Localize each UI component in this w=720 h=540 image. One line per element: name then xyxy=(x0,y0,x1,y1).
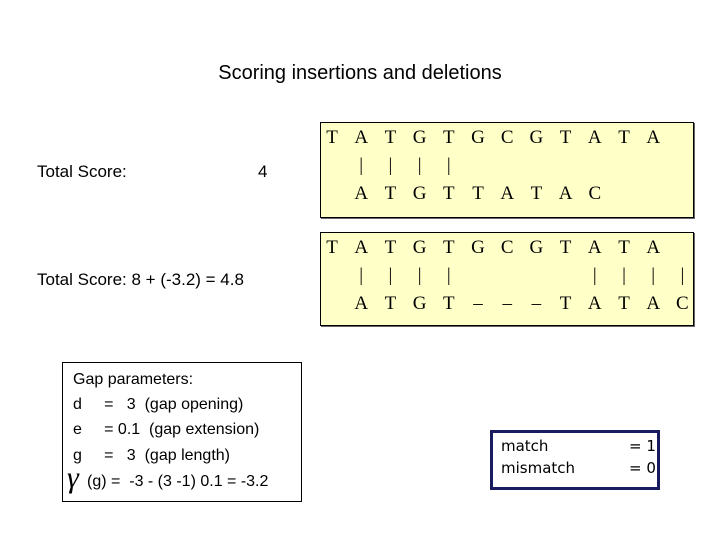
nucleotide: A xyxy=(354,183,369,204)
gamma-symbol: γ xyxy=(67,461,79,494)
gap-extension-line: e = 0.1 (gap extension) xyxy=(73,421,260,438)
gap-opening-line: d = 3 (gap opening) xyxy=(73,396,244,413)
nucleotide: A xyxy=(500,183,515,204)
scoring-scheme-box: match = 1 mismatch = 0 xyxy=(490,430,660,490)
nucleotide: T xyxy=(384,237,397,258)
nucleotide: G xyxy=(471,237,485,258)
nucleotide: T xyxy=(618,237,630,258)
nucleotide: A xyxy=(587,127,602,148)
nucleotide: A xyxy=(646,127,661,148)
nucleotide: A xyxy=(587,293,602,314)
match-bar: | xyxy=(417,265,422,286)
nucleotide: T xyxy=(384,293,397,314)
nucleotide: A xyxy=(587,237,602,258)
nucleotide: C xyxy=(500,127,514,148)
match-value: = 1 xyxy=(629,437,656,455)
nucleotide: G xyxy=(412,127,427,148)
mismatch-value: = 0 xyxy=(629,459,656,477)
match-label: match xyxy=(501,437,549,455)
gap-length-line: g = 3 (gap length) xyxy=(73,447,230,464)
match-bar: | xyxy=(680,265,685,286)
nucleotide: T xyxy=(384,127,397,148)
nucleotide: T xyxy=(559,237,572,258)
nucleotide: C xyxy=(588,183,602,204)
match-bar: | xyxy=(622,265,626,286)
total-score-value-1: 4 xyxy=(258,162,268,181)
match-bar: | xyxy=(359,155,364,176)
nucleotide: G xyxy=(471,127,485,148)
nucleotide: A xyxy=(646,293,661,314)
gap-parameters-heading: Gap parameters: xyxy=(73,371,194,388)
nucleotide: T xyxy=(472,183,484,204)
nucleotide: C xyxy=(676,293,689,314)
nucleotide: T xyxy=(530,183,543,204)
nucleotide: T xyxy=(442,183,455,204)
gap-char: – xyxy=(473,293,483,314)
match-bar: | xyxy=(388,155,393,176)
nucleotide: G xyxy=(529,127,544,148)
nucleotide: T xyxy=(618,293,630,314)
nucleotide: T xyxy=(326,237,338,258)
match-bar: | xyxy=(446,155,451,176)
total-score-label-1: Total Score: xyxy=(37,162,127,181)
match-bar: | xyxy=(359,265,364,286)
match-bar: | xyxy=(592,265,597,286)
nucleotide: G xyxy=(412,237,427,258)
match-bar: | xyxy=(388,265,393,286)
slide-title: Scoring insertions and deletions xyxy=(218,62,502,84)
nucleotide: T xyxy=(326,127,338,148)
match-bar: | xyxy=(651,265,656,286)
gap-char: – xyxy=(502,293,512,314)
nucleotide: A xyxy=(646,237,661,258)
nucleotide: T xyxy=(559,127,572,148)
total-score-2: Total Score: 8 + (-3.2) = 4.8 xyxy=(37,270,244,289)
nucleotide: T xyxy=(618,127,630,148)
nucleotide: A xyxy=(558,183,573,204)
nucleotide: G xyxy=(412,293,427,314)
nucleotide: A xyxy=(354,237,369,258)
nucleotide: T xyxy=(442,127,455,148)
match-bar: | xyxy=(417,155,422,176)
nucleotide: G xyxy=(412,183,427,204)
nucleotide: T xyxy=(384,183,397,204)
gap-parameters-box: Gap parameters: d = 3 (gap opening) e = … xyxy=(62,362,302,502)
gap-penalty-formula: (g) = -3 - (3 -1) 0.1 = -3.2 xyxy=(87,473,269,490)
alignment-box-1: T A T G T G C G T A T A | | | | A T G T T A T A C xyxy=(320,122,694,218)
nucleotide: T xyxy=(442,293,455,314)
gap-char: – xyxy=(531,293,542,314)
nucleotide: A xyxy=(354,127,369,148)
nucleotide: T xyxy=(559,293,572,314)
alignment-box-2: T A T G T G C G T A T A | | | | | | | | A T G T – – – T A T A C xyxy=(320,232,694,326)
nucleotide: A xyxy=(354,293,369,314)
match-bar: | xyxy=(446,265,451,286)
nucleotide: T xyxy=(442,237,455,258)
nucleotide: G xyxy=(529,237,544,258)
nucleotide: C xyxy=(500,237,514,258)
mismatch-label: mismatch xyxy=(501,459,576,477)
